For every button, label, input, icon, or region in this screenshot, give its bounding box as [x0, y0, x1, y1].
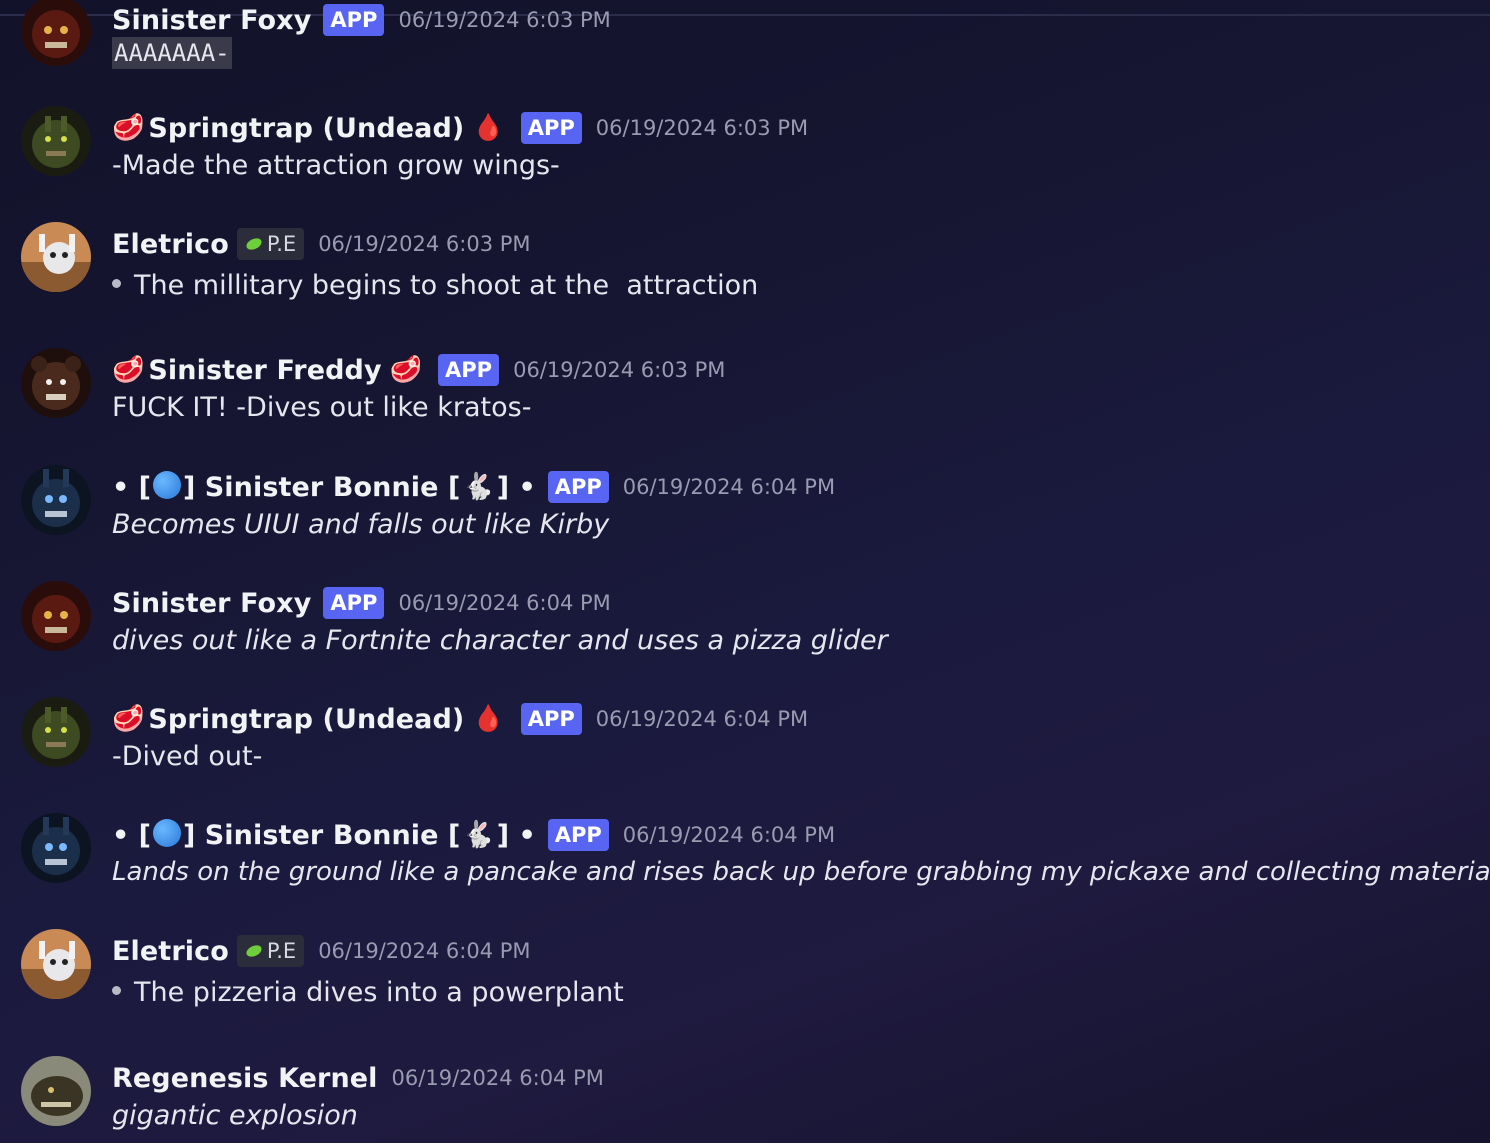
- timestamp[interactable]: 06/19/2024 6:04 PM: [318, 939, 530, 963]
- username[interactable]: Regenesis Kernel: [112, 1063, 378, 1094]
- role-badge: P.E: [236, 935, 305, 967]
- role-badge: P.E: [236, 228, 305, 260]
- message-text: gigantic explosion: [112, 1100, 358, 1131]
- message-text: Lands on the ground like a pancake and r…: [112, 857, 1490, 887]
- name-decoration: ] •: [496, 471, 536, 503]
- avatar[interactable]: [21, 0, 91, 66]
- message-text: -Made the attraction grow wings-: [112, 150, 560, 181]
- blood-drop-emoji-icon: 🩸: [472, 113, 505, 143]
- app-badge: APP: [323, 4, 385, 36]
- bullet-icon: [112, 986, 121, 995]
- app-badge: APP: [547, 819, 609, 851]
- avatar[interactable]: [21, 581, 91, 651]
- meat-emoji-icon: 🥩: [389, 355, 423, 385]
- blue-circle-emoji-icon: [153, 819, 181, 847]
- timestamp[interactable]: 06/19/2024 6:04 PM: [398, 591, 610, 615]
- timestamp[interactable]: 06/19/2024 6:03 PM: [596, 116, 808, 140]
- avatar[interactable]: [21, 348, 91, 418]
- message-text: dives out like a Fortnite character and …: [112, 625, 888, 656]
- timestamp[interactable]: 06/19/2024 6:03 PM: [513, 358, 725, 382]
- name-decoration: ]: [183, 819, 205, 851]
- name-decoration: • [: [112, 819, 151, 851]
- message-text: The pizzeria dives into a powerplant: [134, 977, 624, 1008]
- username[interactable]: Sinister Foxy: [112, 5, 311, 36]
- app-badge: APP: [438, 354, 500, 386]
- timestamp[interactable]: 06/19/2024 6:03 PM: [318, 232, 530, 256]
- meat-emoji-icon: 🥩: [112, 355, 145, 385]
- timestamp[interactable]: 06/19/2024 6:04 PM: [623, 475, 835, 499]
- bullet-icon: [112, 279, 121, 288]
- blood-drop-emoji-icon: 🩸: [472, 704, 505, 734]
- avatar[interactable]: [21, 465, 91, 535]
- leaf-icon: [246, 238, 262, 250]
- name-decoration: [: [438, 819, 461, 851]
- app-badge: APP: [520, 112, 582, 144]
- name-decoration: ]: [183, 471, 205, 503]
- timestamp[interactable]: 06/19/2024 6:03 PM: [398, 8, 610, 32]
- avatar[interactable]: [21, 929, 91, 999]
- meat-emoji-icon: 🥩: [112, 113, 145, 143]
- avatar[interactable]: [21, 813, 91, 883]
- leaf-icon: [246, 945, 262, 957]
- timestamp[interactable]: 06/19/2024 6:04 PM: [596, 707, 808, 731]
- meat-emoji-icon: 🥩: [112, 704, 145, 734]
- username[interactable]: Sinister Freddy: [148, 355, 381, 386]
- username[interactable]: Sinister Bonnie: [205, 820, 439, 851]
- timestamp[interactable]: 06/19/2024 6:04 PM: [623, 823, 835, 847]
- message-text: The millitary begins to shoot at the att…: [134, 270, 759, 301]
- chat-message-list: Sinister Foxy APP 06/19/2024 6:03 PM AAA…: [0, 0, 1490, 1143]
- message-text: -Dived out-: [112, 741, 263, 772]
- message-text: Becomes UIUI and falls out like Kirby: [112, 509, 610, 540]
- blue-circle-emoji-icon: [153, 471, 181, 499]
- username[interactable]: Eletrico: [112, 229, 229, 260]
- username[interactable]: Eletrico: [112, 936, 229, 967]
- name-decoration: [: [438, 471, 461, 503]
- avatar[interactable]: [21, 1056, 91, 1126]
- avatar[interactable]: [21, 222, 91, 292]
- username[interactable]: Springtrap (Undead): [148, 113, 464, 144]
- username[interactable]: Sinister Bonnie: [205, 472, 439, 503]
- avatar[interactable]: [21, 697, 91, 767]
- name-decoration: • [: [112, 471, 151, 503]
- app-badge: APP: [520, 703, 582, 735]
- role-badge-label: P.E: [266, 232, 297, 256]
- timestamp[interactable]: 06/19/2024 6:04 PM: [392, 1066, 604, 1090]
- name-decoration: ] •: [496, 819, 536, 851]
- role-badge-label: P.E: [266, 939, 297, 963]
- app-badge: APP: [547, 471, 609, 503]
- rabbit-emoji-icon: 🐇: [462, 472, 495, 502]
- username[interactable]: Springtrap (Undead): [148, 704, 464, 735]
- avatar[interactable]: [21, 106, 91, 176]
- message-text: FUCK IT! -Dives out like kratos-: [112, 392, 532, 423]
- username[interactable]: Sinister Foxy: [112, 588, 311, 619]
- rabbit-emoji-icon: 🐇: [462, 820, 495, 850]
- message-text: AAAAAAA-: [112, 37, 232, 69]
- app-badge: APP: [323, 587, 385, 619]
